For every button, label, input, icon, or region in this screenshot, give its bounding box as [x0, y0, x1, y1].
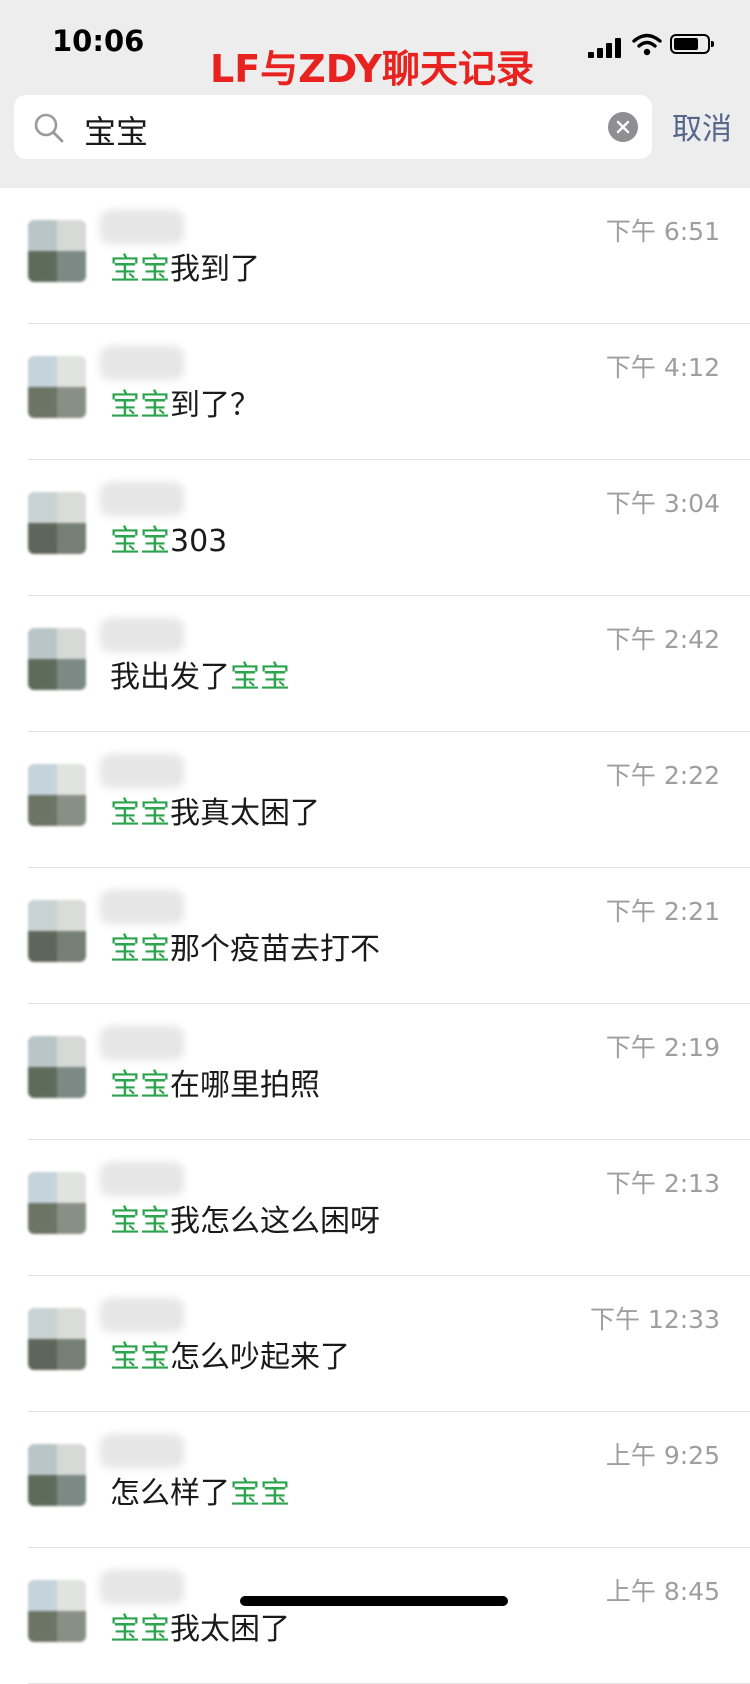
avatar	[28, 1308, 86, 1370]
message-time: 下午 2:21	[605, 897, 720, 926]
message-time: 下午 2:19	[605, 1033, 720, 1062]
contact-name-blurred	[100, 890, 184, 924]
contact-name-blurred	[100, 1570, 184, 1604]
message-text: 我怎么这么困呀	[170, 1204, 380, 1239]
clear-icon[interactable]	[608, 112, 638, 142]
avatar	[28, 1036, 86, 1098]
avatar	[28, 764, 86, 826]
keyword-highlight: 宝宝	[110, 1612, 170, 1647]
overlay-title: LF与ZDY聊天记录	[210, 47, 535, 91]
message-preview: 宝宝到了？	[110, 380, 260, 424]
avatar	[28, 356, 86, 418]
result-row[interactable]: 宝宝我怎么这么困呀 下午 2:13	[0, 1140, 750, 1276]
message-preview: 宝宝303	[110, 516, 227, 560]
battery-icon	[670, 34, 714, 54]
keyword-highlight: 宝宝	[110, 1068, 170, 1103]
message-text: 我到了	[170, 252, 260, 287]
message-preview: 宝宝我怎么这么困呀	[110, 1196, 380, 1240]
contact-name-blurred	[100, 754, 184, 788]
result-row[interactable]: 宝宝在哪里拍照 下午 2:19	[0, 1004, 750, 1140]
keyword-highlight: 宝宝	[110, 524, 170, 559]
message-time: 下午 12:33	[590, 1305, 720, 1334]
keyword-highlight: 宝宝	[110, 1204, 170, 1239]
message-preview: 我出发了宝宝	[110, 652, 290, 696]
cancel-button[interactable]: 取消	[672, 104, 732, 148]
result-row[interactable]: 宝宝怎么吵起来了 下午 12:33	[0, 1276, 750, 1412]
keyword-highlight: 宝宝	[110, 1340, 170, 1375]
result-row[interactable]: 我出发了宝宝 下午 2:42	[0, 596, 750, 732]
message-text: 到了？	[170, 388, 260, 423]
message-preview: 宝宝怎么吵起来了	[110, 1332, 350, 1376]
result-row[interactable]: 怎么样了宝宝 上午 9:25	[0, 1412, 750, 1548]
message-preview: 宝宝我太困了	[110, 1604, 290, 1648]
keyword-highlight: 宝宝	[110, 252, 170, 287]
avatar	[28, 628, 86, 690]
avatar	[28, 492, 86, 554]
message-time: 下午 6:51	[605, 217, 720, 246]
search-input[interactable]: 宝宝	[14, 95, 652, 159]
message-preview: 宝宝在哪里拍照	[110, 1060, 320, 1104]
contact-name-blurred	[100, 1162, 184, 1196]
battery-level	[674, 38, 698, 50]
message-preview: 宝宝我到了	[110, 244, 260, 288]
cellular-signal-icon	[588, 38, 624, 58]
message-text: 那个疫苗去打不	[170, 932, 380, 967]
result-row[interactable]: 宝宝我到了 下午 6:51	[0, 188, 750, 324]
result-row[interactable]: 宝宝那个疫苗去打不 下午 2:21	[0, 868, 750, 1004]
message-time: 下午 2:13	[605, 1169, 720, 1198]
result-row[interactable]: 宝宝到了？ 下午 4:12	[0, 324, 750, 460]
message-time: 下午 2:22	[605, 761, 720, 790]
message-text: 怎么吵起来了	[170, 1340, 350, 1375]
message-text: 我太困了	[170, 1612, 290, 1647]
message-text: 怎么样了	[110, 1476, 230, 1511]
message-time: 下午 3:04	[605, 489, 720, 518]
message-text: 我出发了	[110, 660, 230, 695]
contact-name-blurred	[100, 1434, 184, 1468]
result-row[interactable]: 宝宝我太困了 上午 8:45	[0, 1548, 750, 1684]
search-query: 宝宝	[84, 113, 149, 151]
message-preview: 宝宝我真太困了	[110, 788, 320, 832]
avatar	[28, 1580, 86, 1642]
search-results-list: 宝宝我到了 下午 6:51 宝宝到了？ 下午 4:12 宝宝303 下午 3:04 我出发了…	[0, 188, 750, 1684]
result-row[interactable]: 宝宝303 下午 3:04	[0, 460, 750, 596]
keyword-highlight: 宝宝	[110, 388, 170, 423]
contact-name-blurred	[100, 618, 184, 652]
contact-name-blurred	[100, 482, 184, 516]
keyword-highlight: 宝宝	[230, 660, 290, 695]
status-time: 10:06	[52, 24, 145, 58]
search-icon	[34, 113, 64, 143]
wifi-icon	[632, 33, 662, 56]
message-text: 在哪里拍照	[170, 1068, 320, 1103]
contact-name-blurred	[100, 1298, 184, 1332]
message-text: 303	[170, 524, 228, 559]
message-text: 我真太困了	[170, 796, 320, 831]
contact-name-blurred	[100, 346, 184, 380]
message-time: 下午 4:12	[605, 353, 720, 382]
message-preview: 宝宝那个疫苗去打不	[110, 924, 380, 968]
message-time: 上午 9:25	[605, 1441, 720, 1470]
avatar	[28, 1444, 86, 1506]
keyword-highlight: 宝宝	[110, 932, 170, 967]
message-time: 下午 2:42	[605, 625, 720, 654]
home-indicator	[240, 1596, 508, 1606]
battery-nub	[711, 41, 714, 47]
keyword-highlight: 宝宝	[110, 796, 170, 831]
message-time: 上午 8:45	[605, 1577, 720, 1606]
result-row[interactable]: 宝宝我真太困了 下午 2:22	[0, 732, 750, 868]
avatar	[28, 900, 86, 962]
message-preview: 怎么样了宝宝	[110, 1468, 290, 1512]
avatar	[28, 1172, 86, 1234]
contact-name-blurred	[100, 210, 184, 244]
contact-name-blurred	[100, 1026, 184, 1060]
keyword-highlight: 宝宝	[230, 1476, 290, 1511]
avatar	[28, 220, 86, 282]
